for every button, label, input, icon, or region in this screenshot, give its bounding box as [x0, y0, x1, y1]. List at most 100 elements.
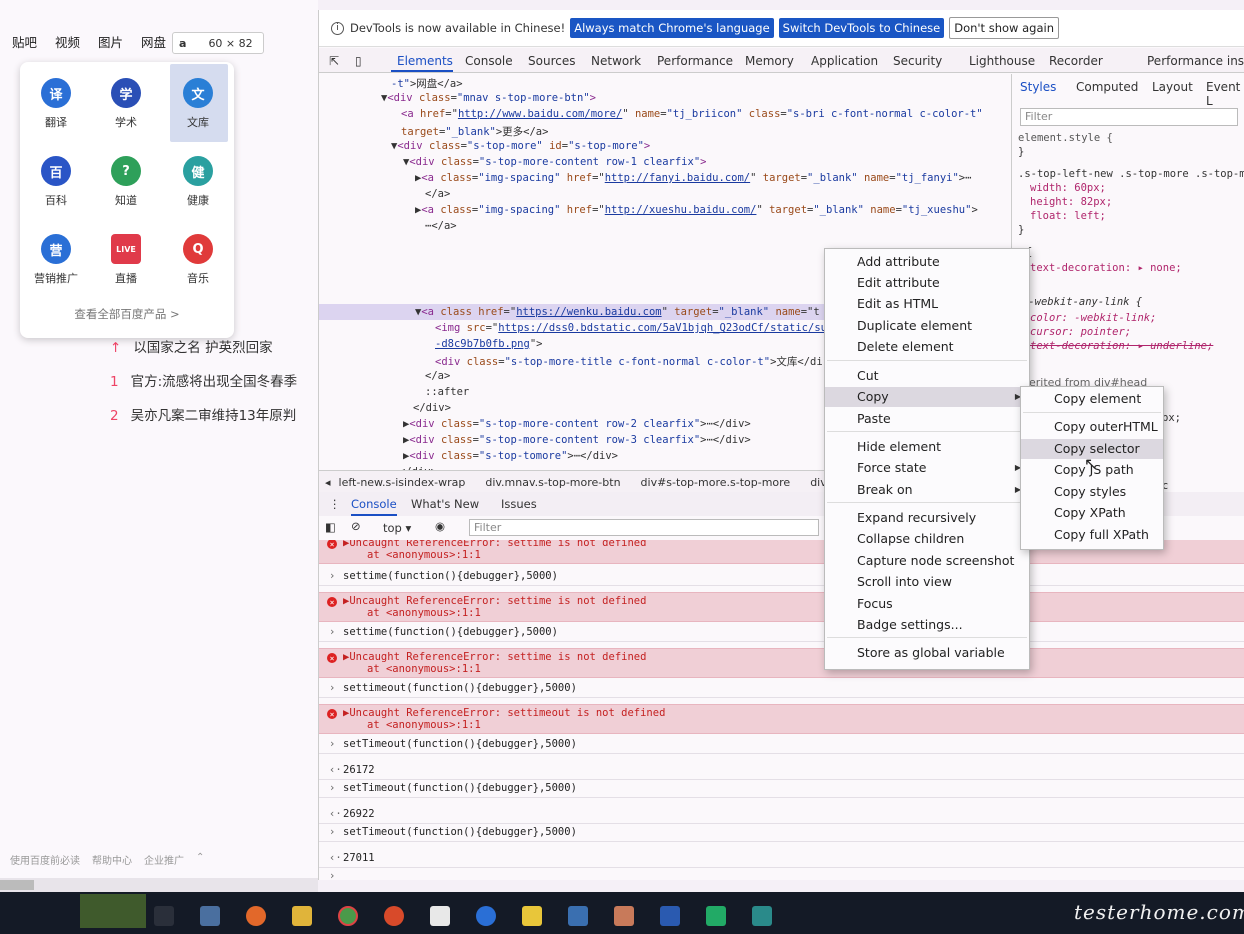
menu-item-force-state[interactable]: Force state ▶	[825, 458, 1029, 478]
product-health[interactable]: 健健康	[170, 156, 226, 208]
app-icon[interactable]	[384, 906, 404, 926]
dom-node[interactable]: ::after	[425, 386, 469, 398]
dom-node[interactable]: ▶<div class="s-top-tomore">⋯</div>	[403, 450, 618, 462]
dom-node[interactable]: <img src="https://dss0.bdstatic.com/5aV1…	[435, 322, 827, 334]
menu-item-duplicate-element[interactable]: Duplicate element	[825, 316, 1029, 336]
drawer-tab-issues[interactable]: Issues	[501, 497, 537, 511]
drawer-menu-icon[interactable]: ⋮	[329, 497, 341, 511]
device-toolbar-icon[interactable]: ▯	[355, 54, 362, 68]
menu-item-badge-settings[interactable]: Badge settings...	[825, 615, 1029, 635]
dom-node[interactable]: -d8c9b7b0fb.png">	[435, 338, 542, 350]
submenu-item-copy-full-xpath[interactable]: Copy full XPath	[1021, 525, 1163, 545]
dom-node-selected[interactable]: ▼<a class href="https://wenku.baidu.com"…	[415, 306, 820, 318]
firefox-icon[interactable]	[246, 906, 266, 926]
sticky-notes-icon[interactable]	[522, 906, 542, 926]
console-input[interactable]: › setTimeout(function(){debugger},5000)	[319, 778, 1244, 798]
menu-item-scroll-into-view[interactable]: Scroll into view	[825, 572, 1029, 592]
product-translate[interactable]: 译翻译	[28, 78, 84, 130]
console-filter-input[interactable]: Filter	[469, 519, 819, 536]
console-result[interactable]: ‹· 26922	[319, 804, 1244, 824]
console-result[interactable]: ‹· 26172	[319, 760, 1244, 780]
app-icon[interactable]	[476, 906, 496, 926]
product-music[interactable]: Q 音乐	[170, 234, 226, 286]
switch-chinese-button[interactable]: Switch DevTools to Chinese	[778, 18, 945, 38]
match-language-button[interactable]: Always match Chrome's language	[570, 18, 774, 38]
hot-item[interactable]: 1 官方:流感将出现全国冬春季	[110, 370, 297, 390]
submenu-item-copy-styles[interactable]: Copy styles	[1021, 482, 1163, 502]
tab-security[interactable]: Security	[893, 54, 942, 68]
console-result[interactable]: ‹· 27011	[319, 848, 1244, 868]
tab-styles[interactable]: Styles	[1020, 80, 1056, 94]
calculator-icon[interactable]	[200, 906, 220, 926]
footer-link[interactable]: 企业推广	[144, 852, 184, 867]
dom-node[interactable]: target="_blank">更多</a>	[401, 124, 548, 139]
css-property[interactable]: width: 60px;	[1030, 182, 1106, 194]
submenu-item-copy-outerhtml[interactable]: Copy outerHTML	[1021, 417, 1163, 437]
product-academic[interactable]: 学学术	[98, 78, 154, 130]
menu-item-hide-element[interactable]: Hide element	[825, 437, 1029, 457]
clear-console-icon[interactable]: ⊘	[351, 519, 361, 533]
tab-console[interactable]: Console	[465, 54, 513, 68]
breadcrumb-item[interactable]: div#s-top-more.s-top-more	[641, 476, 791, 489]
sidebar-toggle-icon[interactable]: ◧	[325, 520, 336, 534]
dom-node[interactable]: -t">网盘</a>	[391, 76, 463, 91]
tab-layout[interactable]: Layout	[1152, 80, 1193, 94]
css-property[interactable]: text-decoration: ▸ none;	[1030, 262, 1182, 274]
dom-node[interactable]: ▼<div class="mnav s-top-more-btn">	[381, 92, 596, 104]
file-explorer-icon[interactable]	[292, 906, 312, 926]
breadcrumb-item[interactable]: left-new.s-isindex-wrap	[339, 476, 466, 489]
chrome-icon[interactable]	[338, 906, 358, 926]
tab-computed[interactable]: Computed	[1076, 80, 1138, 94]
nav-images[interactable]: 图片	[98, 32, 123, 50]
dom-node[interactable]: <div class="s-top-more-title c-font-norm…	[435, 354, 823, 369]
hot-item[interactable]: ↑ 以国家之名 护英烈回家	[110, 336, 273, 356]
dom-node[interactable]: </div>	[413, 402, 451, 414]
dom-node[interactable]: ▶<a class="img-spacing" href="http://fan…	[415, 172, 971, 184]
app-icon[interactable]	[568, 906, 588, 926]
menu-item-break-on[interactable]: Break on ▶	[825, 480, 1029, 500]
breadcrumb-item[interactable]: div.mnav.s-top-more-btn	[485, 476, 620, 489]
console-prompt[interactable]: ›	[319, 870, 1244, 880]
product-zhidao[interactable]: ? 知道	[98, 156, 154, 208]
tab-memory[interactable]: Memory	[745, 54, 794, 68]
menu-item-collapse-children[interactable]: Collapse children	[825, 529, 1029, 549]
tab-lighthouse[interactable]: Lighthouse	[969, 54, 1035, 68]
product-marketing[interactable]: 营营销推广	[28, 234, 84, 286]
drawer-tab-whats-new[interactable]: What's New	[411, 497, 479, 511]
menu-item-capture-node-screenshot[interactable]: Capture node screenshot	[825, 551, 1029, 571]
tab-network[interactable]: Network	[591, 54, 641, 68]
chevron-up-icon[interactable]: ⌃	[196, 852, 204, 867]
nav-tieba[interactable]: 贴吧	[12, 32, 37, 50]
console-input[interactable]: › settime(function(){debugger},5000)	[319, 566, 1244, 586]
tab-elements[interactable]: Elements	[397, 54, 453, 68]
product-baike[interactable]: 百百科	[28, 156, 84, 208]
dom-node[interactable]: </a>	[425, 370, 450, 382]
dom-node[interactable]: ▶<a class="img-spacing" href="http://xue…	[415, 204, 978, 216]
dom-node[interactable]: <a href="http://www.baidu.com/more/" nam…	[401, 108, 983, 120]
menu-item-cut[interactable]: Cut	[825, 366, 1029, 386]
submenu-item-copy-xpath[interactable]: Copy XPath	[1021, 503, 1163, 523]
footer-link[interactable]: 使用百度前必读	[10, 852, 80, 867]
inspect-element-icon[interactable]: ⇱	[329, 54, 339, 68]
console-input[interactable]: › setTimeout(function(){debugger},5000)	[319, 734, 1244, 754]
menu-item-add-attribute[interactable]: Add attribute	[825, 252, 1029, 272]
tab-event-listeners[interactable]: Event L	[1206, 80, 1244, 108]
horizontal-scrollbar[interactable]	[0, 878, 318, 892]
dont-show-again-button[interactable]: Don't show again	[949, 17, 1059, 39]
menu-item-delete-element[interactable]: Delete element	[825, 337, 1029, 357]
console-error[interactable]: × ▶Uncaught ReferenceError: settime is no…	[319, 648, 1244, 678]
product-wenku[interactable]: 文文库	[170, 78, 226, 130]
css-property[interactable]: float: left;	[1030, 210, 1106, 222]
console-error[interactable]: × ▶Uncaught ReferenceError: settime is no…	[319, 592, 1244, 622]
menu-item-copy[interactable]: Copy ▶	[825, 387, 1029, 407]
hot-item[interactable]: 2 吴亦凡案二审维持13年原判	[110, 404, 296, 424]
tab-application[interactable]: Application	[811, 54, 878, 68]
pycharm-icon[interactable]	[706, 906, 726, 926]
task-view-icon[interactable]	[154, 906, 174, 926]
console-log[interactable]: × ▶Uncaught ReferenceError: settime is no…	[319, 540, 1244, 880]
menu-item-edit-as-html[interactable]: Edit as HTML	[825, 294, 1029, 314]
css-property[interactable]: height: 82px;	[1030, 196, 1112, 208]
app-icon[interactable]	[752, 906, 772, 926]
console-input[interactable]: › settime(function(){debugger},5000)	[319, 622, 1244, 642]
tab-recorder[interactable]: Recorder	[1049, 54, 1103, 68]
